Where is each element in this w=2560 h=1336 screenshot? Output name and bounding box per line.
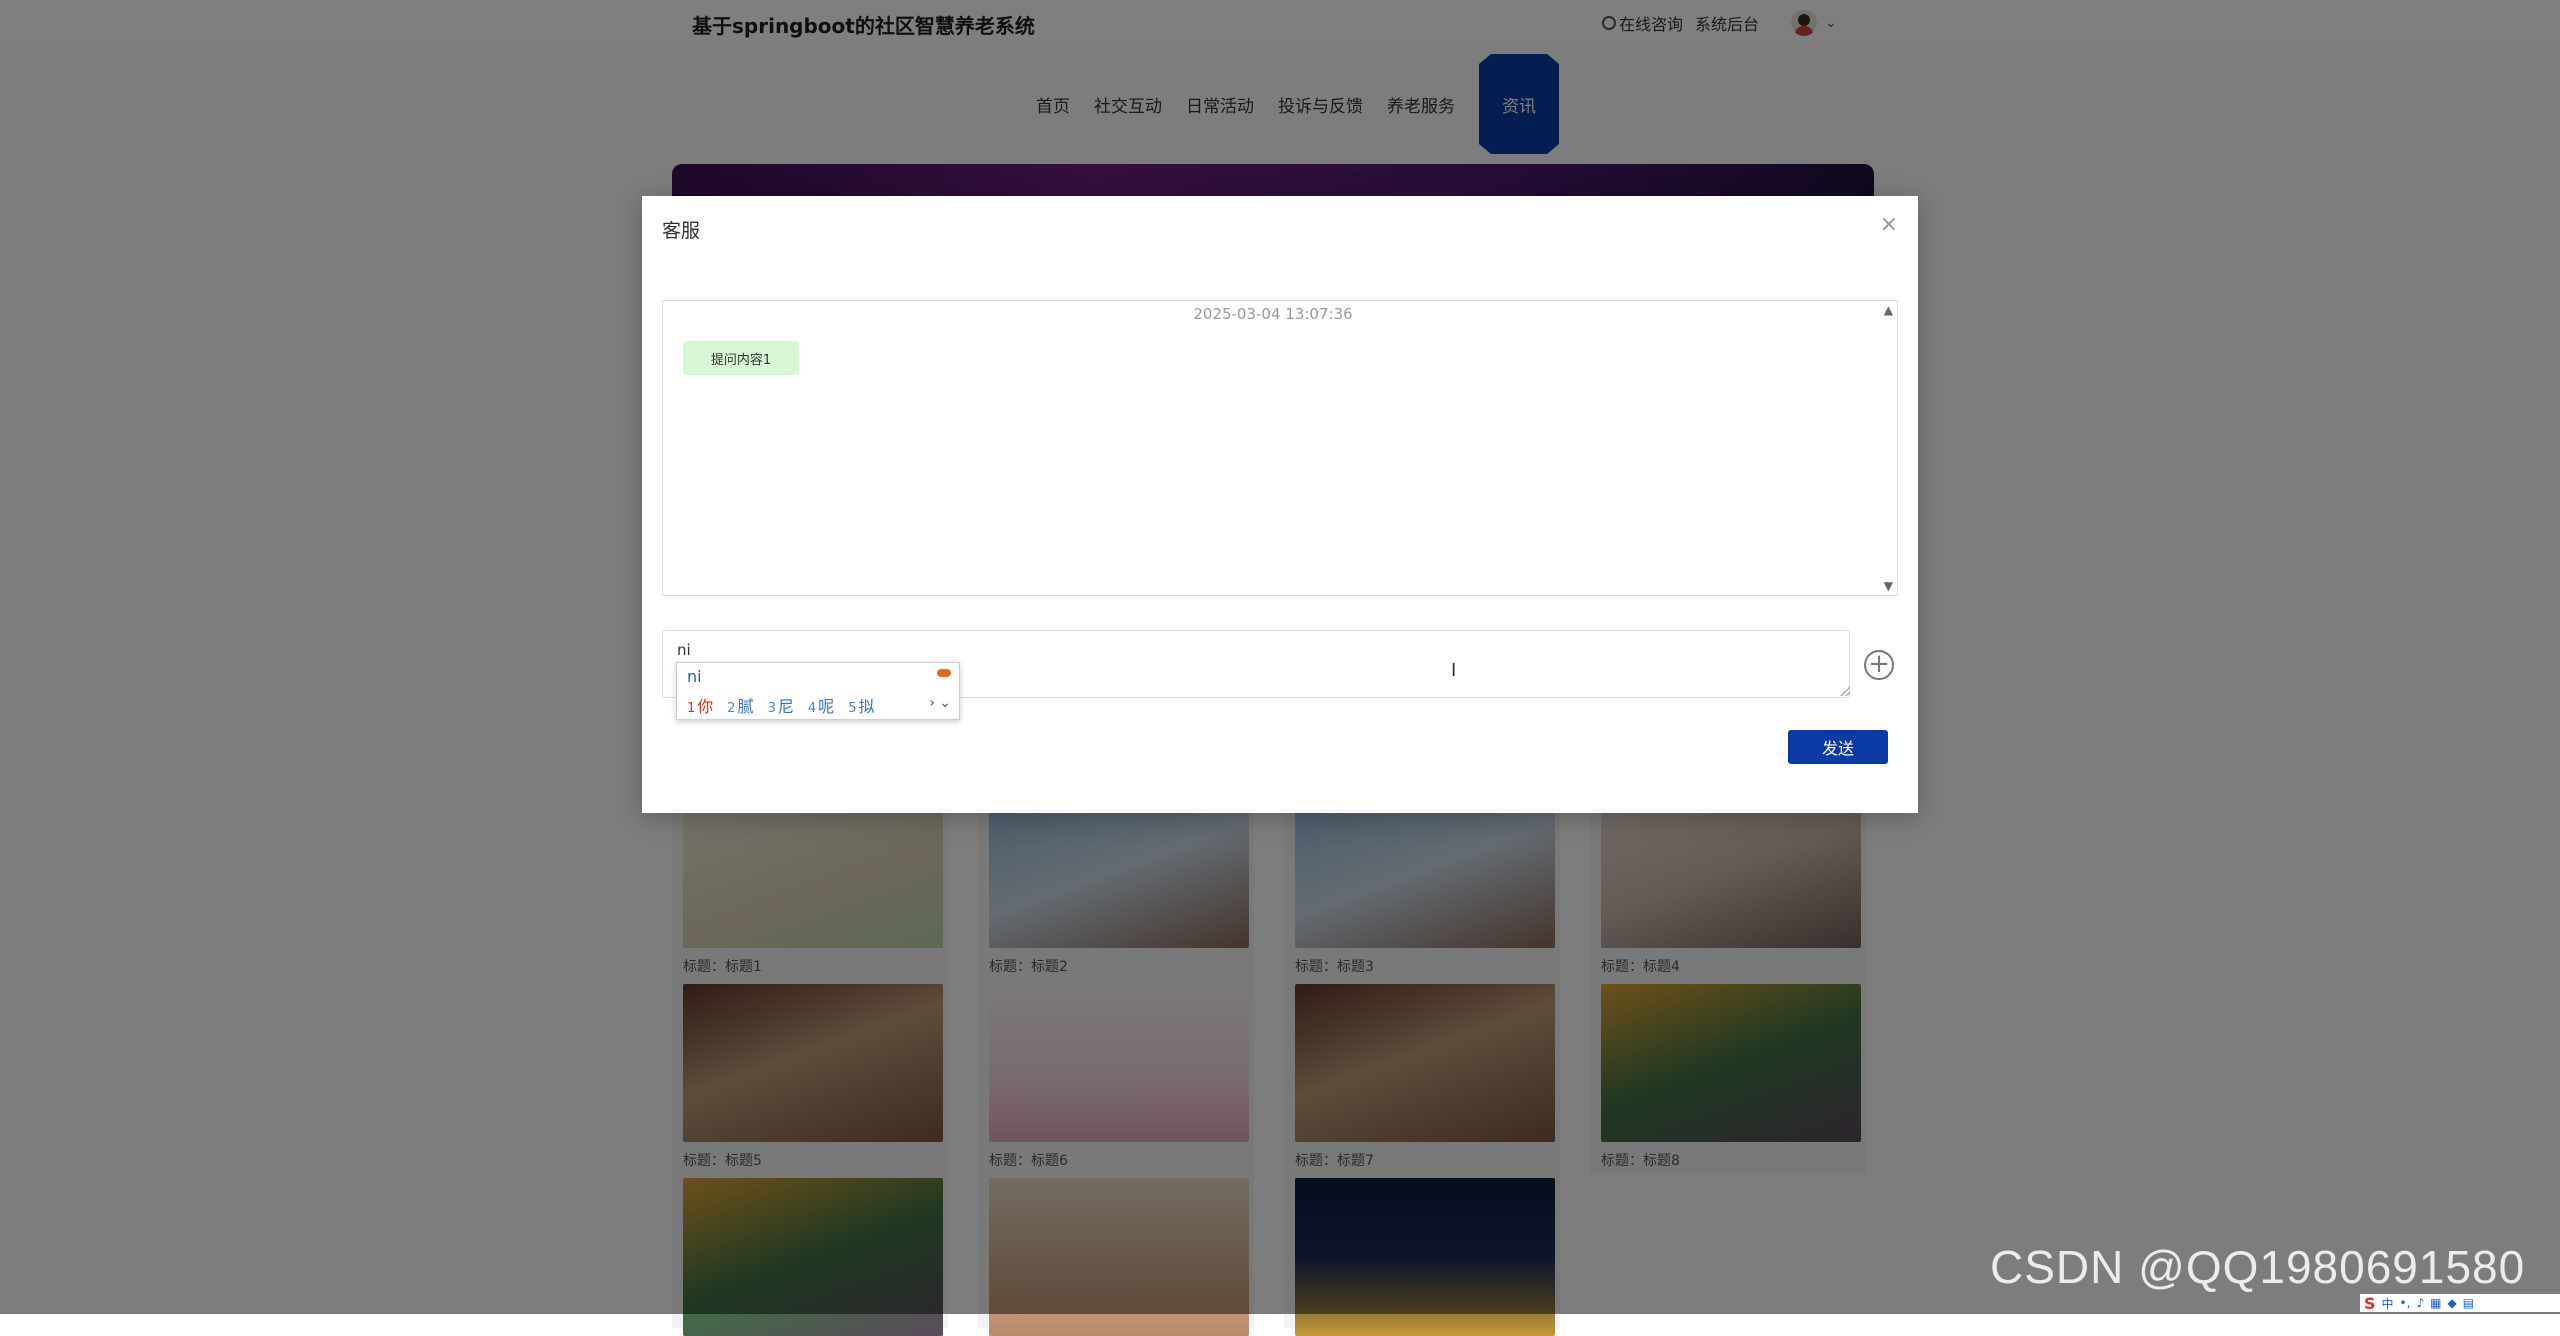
ime-candidate[interactable]: 4呢 <box>808 693 834 717</box>
add-attachment-icon[interactable]: + <box>1864 650 1894 680</box>
ime-status-tray: S 中 •, ♪ ▦ ◆ ▤ <box>2360 1294 2560 1313</box>
chat-message-bubble: 提问内容1 <box>683 341 799 375</box>
customer-service-dialog: 客服 × 2025-03-04 13:07:36 提问内容1 ▲ ▼ ni I … <box>642 196 1918 813</box>
send-button[interactable]: 发送 <box>1788 730 1888 764</box>
ime-candidate[interactable]: 1你 <box>687 693 713 717</box>
watermark: CSDN @QQ1980691580 <box>1990 1241 2526 1293</box>
tray-mic-icon[interactable]: ♪ <box>2416 1296 2424 1310</box>
ime-logo-icon <box>937 669 951 677</box>
chat-history[interactable]: 2025-03-04 13:07:36 提问内容1 ▲ ▼ <box>662 300 1898 596</box>
tray-tools-icon[interactable]: ▤ <box>2463 1296 2474 1310</box>
ime-candidate[interactable]: 5拟 <box>848 693 874 717</box>
scroll-up-icon[interactable]: ▲ <box>1884 303 1893 317</box>
tray-keyboard-icon[interactable]: ▦ <box>2430 1296 2441 1310</box>
ime-candidate-popup: ni 1你 2腻 3尼 4呢 5拟 › ⌄ <box>676 662 960 720</box>
sogou-s-icon[interactable]: S <box>2364 1294 2376 1313</box>
text-cursor-icon: I <box>1451 660 1457 681</box>
tray-skin-icon[interactable]: ◆ <box>2447 1296 2456 1310</box>
ime-candidate-list: 1你 2腻 3尼 4呢 5拟 <box>687 693 874 717</box>
ime-next-page-icon[interactable]: › ⌄ <box>929 695 951 711</box>
tray-punct-icon[interactable]: •, <box>2400 1296 2411 1310</box>
chat-timestamp: 2025-03-04 13:07:36 <box>1193 305 1353 323</box>
dialog-title: 客服 <box>662 220 701 242</box>
scroll-down-icon[interactable]: ▼ <box>1884 579 1893 593</box>
ime-candidate[interactable]: 2腻 <box>727 693 753 717</box>
ime-candidate[interactable]: 3尼 <box>768 693 794 717</box>
resize-handle[interactable] <box>1840 686 1850 696</box>
ime-composition: ni <box>687 667 702 686</box>
close-icon[interactable]: × <box>1880 212 1898 237</box>
tray-chinese-icon[interactable]: 中 <box>2382 1295 2394 1312</box>
